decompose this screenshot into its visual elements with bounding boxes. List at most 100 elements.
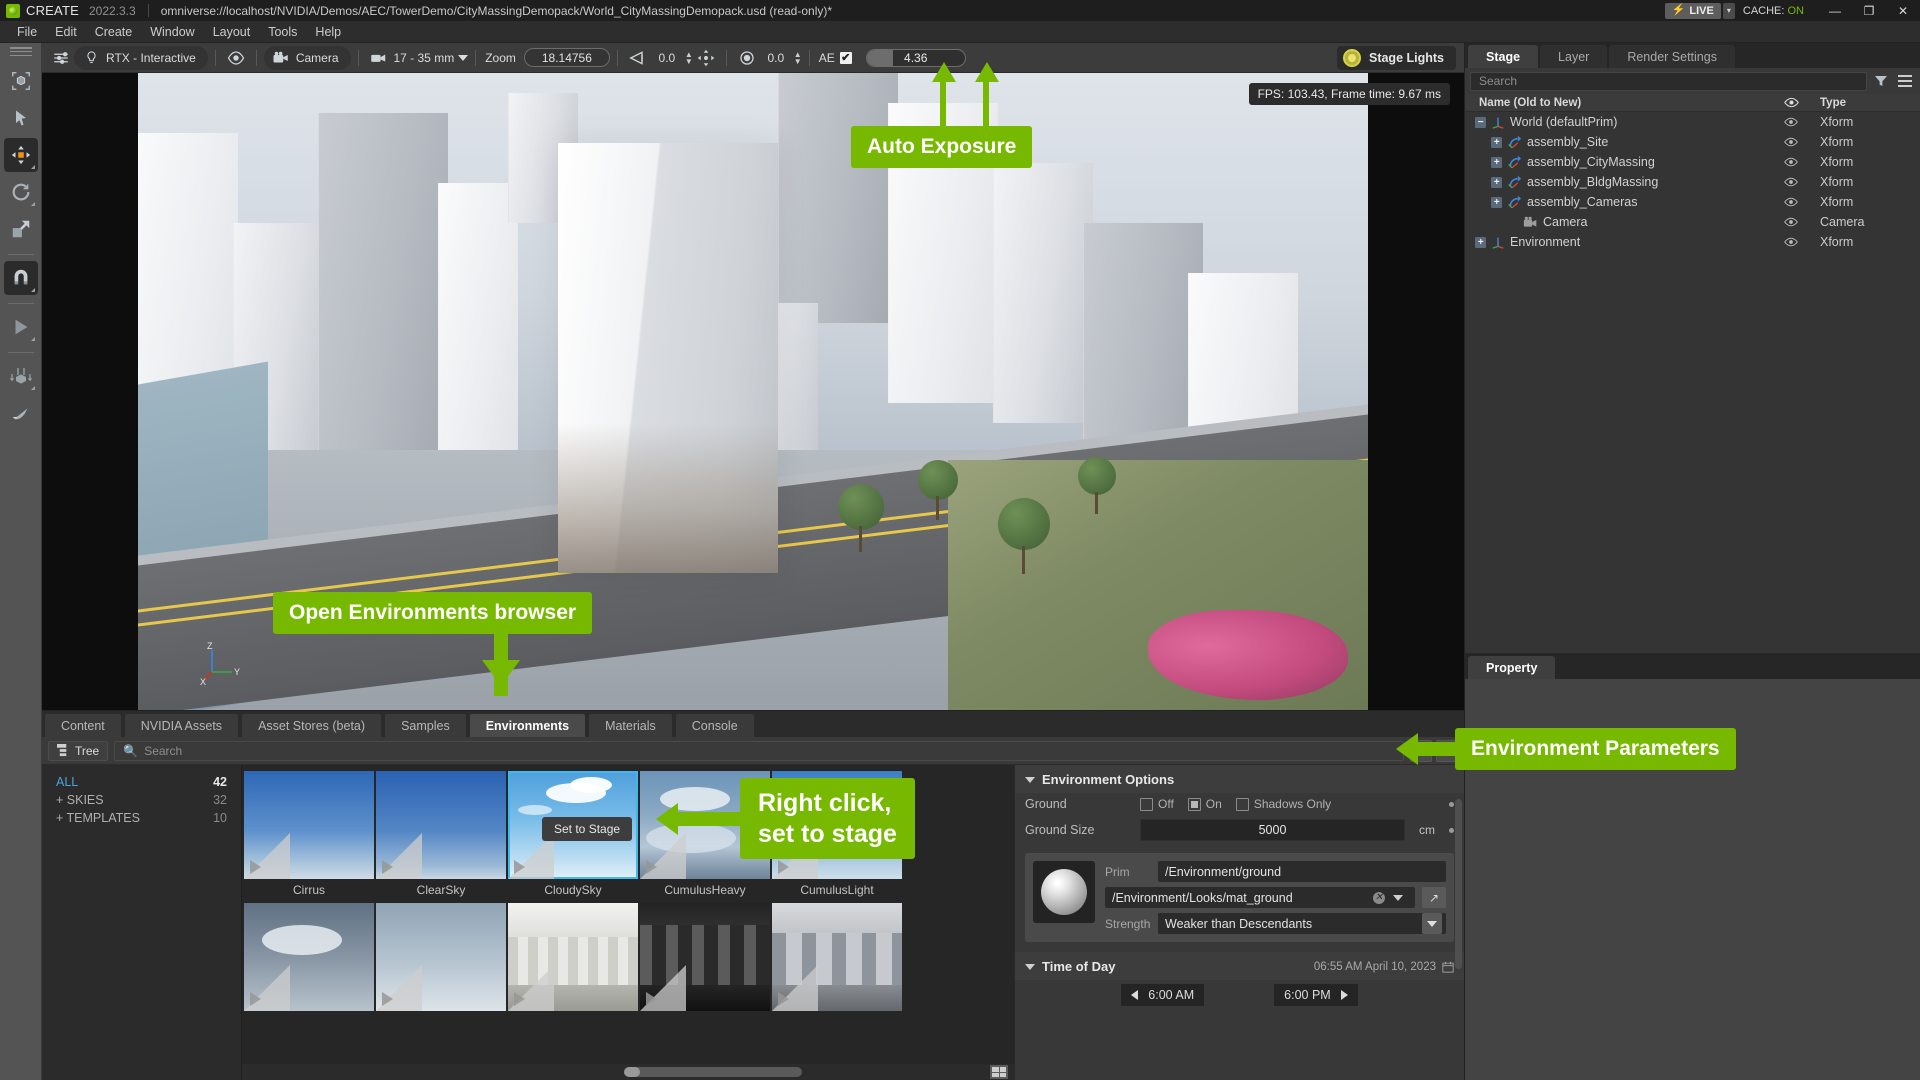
scrollbar-thumb[interactable] — [624, 1067, 802, 1077]
stage-row-assembly-bldgmassing[interactable]: + assembly_BldgMassing Xform — [1465, 172, 1920, 192]
camera-speed-stepper[interactable]: ▲ ▼ — [685, 50, 693, 65]
tab-asset-stores[interactable]: Asset Stores (beta) — [241, 713, 383, 737]
ground-size-input[interactable]: 5000 — [1140, 819, 1405, 841]
play-icon[interactable] — [778, 992, 789, 1006]
ground-off-checkbox[interactable] — [1140, 797, 1153, 811]
menu-create[interactable]: Create — [86, 23, 142, 41]
paint-tool[interactable] — [4, 396, 38, 430]
toolbar-drag-handle[interactable] — [9, 47, 32, 56]
renderer-selector[interactable]: RTX - Interactive — [74, 45, 208, 70]
tab-materials[interactable]: Materials — [588, 713, 673, 737]
strength-dropdown[interactable]: Weaker than Descendants — [1158, 913, 1446, 934]
play-icon[interactable] — [514, 860, 525, 874]
menu-tools[interactable]: Tools — [259, 23, 306, 41]
zoom-value-field[interactable]: 18.14756 — [523, 48, 610, 67]
expander-expand[interactable]: + — [1491, 196, 1502, 208]
thumbnail-row2-5[interactable] — [772, 903, 902, 1011]
play-tool[interactable] — [4, 310, 38, 344]
clear-icon[interactable]: ✕ — [1373, 891, 1385, 904]
collapse-triangle-icon[interactable] — [1025, 963, 1035, 970]
filter-icon[interactable] — [1871, 71, 1891, 91]
environment-panel-scrollbar[interactable] — [1455, 799, 1462, 969]
environment-options-header[interactable]: Environment Options — [1015, 765, 1464, 793]
menu-window[interactable]: Window — [141, 23, 203, 41]
open-material-button[interactable]: ↗ — [1422, 887, 1446, 908]
play-icon[interactable] — [646, 992, 657, 1006]
viewport-settings-icon[interactable] — [48, 46, 74, 70]
tab-samples[interactable]: Samples — [384, 713, 467, 737]
ground-on-checkbox[interactable] — [1187, 797, 1201, 811]
chevron-down-icon[interactable] — [1422, 913, 1442, 934]
sunrise-control[interactable]: 6:00 AM — [1121, 984, 1205, 1006]
expander-collapse[interactable]: − — [1475, 116, 1486, 128]
play-icon[interactable] — [382, 992, 393, 1006]
expander-expand[interactable]: + — [1491, 156, 1502, 168]
browser-search-input[interactable]: 🔍 Search — [114, 740, 1404, 761]
property-revert-dot[interactable] — [1449, 801, 1454, 807]
stage-lights-button[interactable]: Stage Lights — [1336, 45, 1456, 70]
chevron-down-icon[interactable] — [1393, 894, 1403, 901]
next-icon[interactable] — [1340, 990, 1348, 1000]
material-preview-sphere[interactable] — [1033, 861, 1095, 923]
stage-search-input[interactable]: Search — [1470, 71, 1867, 91]
property-revert-dot[interactable] — [1449, 827, 1454, 833]
thumbnail-row2-1[interactable] — [244, 903, 374, 1011]
stage-row-assembly-cameras[interactable]: + assembly_Cameras Xform — [1465, 192, 1920, 212]
play-icon[interactable] — [250, 992, 261, 1006]
time-of-day-header[interactable]: Time of Day 06:55 AM April 10, 2023 — [1015, 952, 1464, 980]
play-icon[interactable] — [778, 860, 789, 874]
pan-tilt-icon[interactable] — [693, 46, 719, 70]
material-path-field[interactable]: /Environment/Looks/mat_ground ✕ — [1105, 887, 1415, 908]
viewport-3d[interactable]: Z Y X FPS: 103.43, Frame time: 9.67 ms — [42, 73, 1464, 710]
maximize-button[interactable]: ❐ — [1852, 0, 1886, 21]
rotate-tool[interactable] — [4, 175, 38, 209]
close-button[interactable]: ✕ — [1886, 0, 1920, 21]
thumbnail-row2-2[interactable] — [376, 903, 506, 1011]
grid-view-icon[interactable] — [990, 1065, 1008, 1079]
tab-environments[interactable]: Environments — [468, 713, 587, 737]
menu-edit[interactable]: Edit — [46, 23, 86, 41]
menu-file[interactable]: File — [8, 23, 46, 41]
select-bounding-box-tool[interactable] — [4, 64, 38, 98]
play-icon[interactable] — [646, 860, 657, 874]
auto-exposure-checkbox[interactable]: ✔ — [839, 51, 852, 64]
prim-path-field[interactable]: /Environment/ground — [1158, 861, 1446, 882]
snap-magnet-tool[interactable] — [3, 261, 38, 295]
thumbnail-row2-4[interactable] — [640, 903, 770, 1011]
thumbnail-clearsky[interactable]: ClearSky — [376, 771, 506, 901]
stage-row-assembly-site[interactable]: + assembly_Site Xform — [1465, 132, 1920, 152]
visibility-toggle[interactable] — [1772, 137, 1810, 147]
play-icon[interactable] — [514, 992, 525, 1006]
lens-label[interactable]: 17 - 35 mm — [392, 51, 463, 65]
live-dropdown-button[interactable]: ▾ — [1722, 2, 1735, 19]
scale-tool[interactable] — [4, 212, 38, 246]
sunset-control[interactable]: 6:00 PM — [1274, 984, 1358, 1006]
thumbnail-cirrus[interactable]: Cirrus — [244, 771, 374, 901]
camera-speed-value[interactable]: 0.0 — [651, 51, 683, 65]
ground-shadows-only-checkbox[interactable] — [1235, 797, 1249, 811]
visibility-toggle[interactable] — [1772, 157, 1810, 167]
stage-row-assembly-citymassing[interactable]: + assembly_CityMassing Xform — [1465, 152, 1920, 172]
tab-console[interactable]: Console — [674, 713, 755, 737]
tab-stage[interactable]: Stage — [1468, 45, 1539, 68]
menu-help[interactable]: Help — [306, 23, 350, 41]
thumbnail-row2-3[interactable] — [508, 903, 638, 1011]
expander-expand[interactable]: + — [1475, 236, 1486, 248]
category-templates[interactable]: + TEMPLATES 10 — [42, 809, 241, 827]
category-skies[interactable]: + SKIES 32 — [42, 791, 241, 809]
tab-layer[interactable]: Layer — [1540, 45, 1608, 68]
tree-view-button[interactable]: Tree — [48, 740, 109, 761]
expander-expand[interactable]: + — [1491, 136, 1502, 148]
physics-drop-tool[interactable] — [4, 359, 38, 393]
visibility-toggle[interactable] — [1772, 177, 1810, 187]
hamburger-icon[interactable] — [1895, 71, 1915, 91]
minimize-button[interactable]: — — [1818, 0, 1852, 21]
visibility-toggle[interactable] — [1772, 237, 1810, 247]
lens-chevron-down-icon[interactable] — [458, 54, 469, 61]
collapse-triangle-icon[interactable] — [1025, 776, 1035, 783]
move-tool[interactable] — [3, 138, 38, 172]
play-icon[interactable] — [250, 860, 261, 874]
stage-row-environment[interactable]: + Environment Xform — [1465, 232, 1920, 252]
aperture-value[interactable]: 0.0 — [760, 51, 792, 65]
tab-render-settings[interactable]: Render Settings — [1609, 45, 1735, 68]
